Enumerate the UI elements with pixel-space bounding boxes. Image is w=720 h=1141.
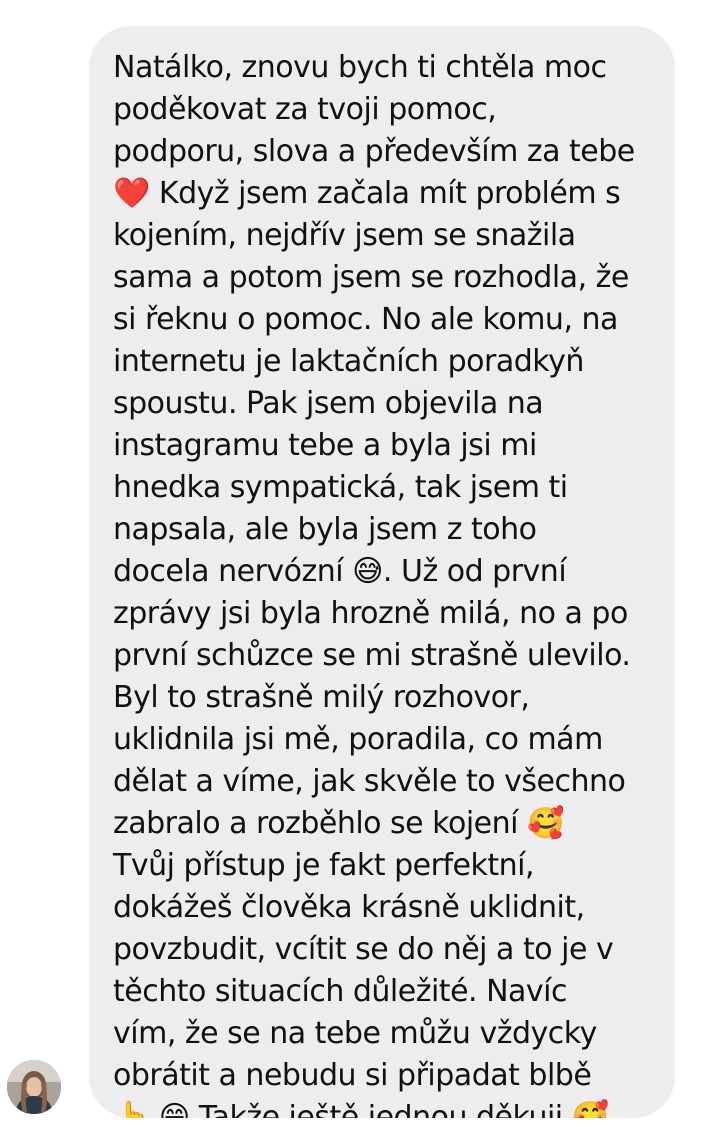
message-line: obrátit a nebudu si připadat blbě bbox=[113, 1058, 592, 1093]
message-line: dokážeš člověka krásně uklidnit, bbox=[113, 890, 585, 925]
message-line: Natálko, znovu bych ti chtěla moc bbox=[113, 50, 607, 85]
message-line: podporu, slova a především za tebe bbox=[113, 134, 635, 169]
avatar[interactable] bbox=[7, 1060, 61, 1114]
message-line: 👆 😁 Takže ještě jednou děkuji 🥰 bbox=[113, 1100, 609, 1118]
message-line: ❤️ Když jsem začala mít problém s bbox=[113, 176, 621, 211]
message-line: sama a potom jsem se rozhodla, že bbox=[113, 260, 629, 295]
message-line: uklidnila jsi mě, poradila, co mám bbox=[113, 722, 603, 757]
message-line: povzbudit, vcítit se do něj a to je v bbox=[113, 932, 614, 967]
message-line: internetu je laktačních poradkyň bbox=[113, 344, 584, 379]
message-line: vím, že se na tebe můžu vždycky bbox=[113, 1016, 597, 1051]
message-line: Tvůj přístup je fakt perfektní, bbox=[113, 848, 534, 883]
message-bubble[interactable]: Natálko, znovu bych ti chtěla moc poděko… bbox=[89, 26, 675, 1118]
message-line: spoustu. Pak jsem objevila na bbox=[113, 386, 544, 421]
message-line: zprávy jsi byla hrozně milá, no a po bbox=[113, 596, 628, 631]
message-line: Byl to strašně milý rozhovor, bbox=[113, 680, 530, 715]
message-line: dělat a víme, jak skvěle to všechno bbox=[113, 764, 626, 799]
chat-screen: Natálko, znovu bych ti chtěla moc poděko… bbox=[0, 0, 720, 1141]
message-line: první schůzce se mi strašně ulevilo. bbox=[113, 638, 631, 673]
message-line: si řeknu o pomoc. No ale komu, na bbox=[113, 302, 618, 337]
message-line: hnedka sympatická, tak jsem ti bbox=[113, 470, 568, 505]
message-line: zabralo a rozběhlo se kojení 🥰 bbox=[113, 806, 564, 841]
avatar-image bbox=[7, 1060, 61, 1114]
message-line: kojením, nejdřív jsem se snažila bbox=[113, 218, 576, 253]
message-line: poděkovat za tvoji pomoc, bbox=[113, 92, 497, 127]
message-line: instagramu tebe a byla jsi mi bbox=[113, 428, 537, 463]
message-line: napsala, ale byla jsem z toho bbox=[113, 512, 537, 547]
message-line: těchto situacích důležité. Navíc bbox=[113, 974, 568, 1009]
message-line: docela nervózní 😅. Už od první bbox=[113, 554, 567, 589]
